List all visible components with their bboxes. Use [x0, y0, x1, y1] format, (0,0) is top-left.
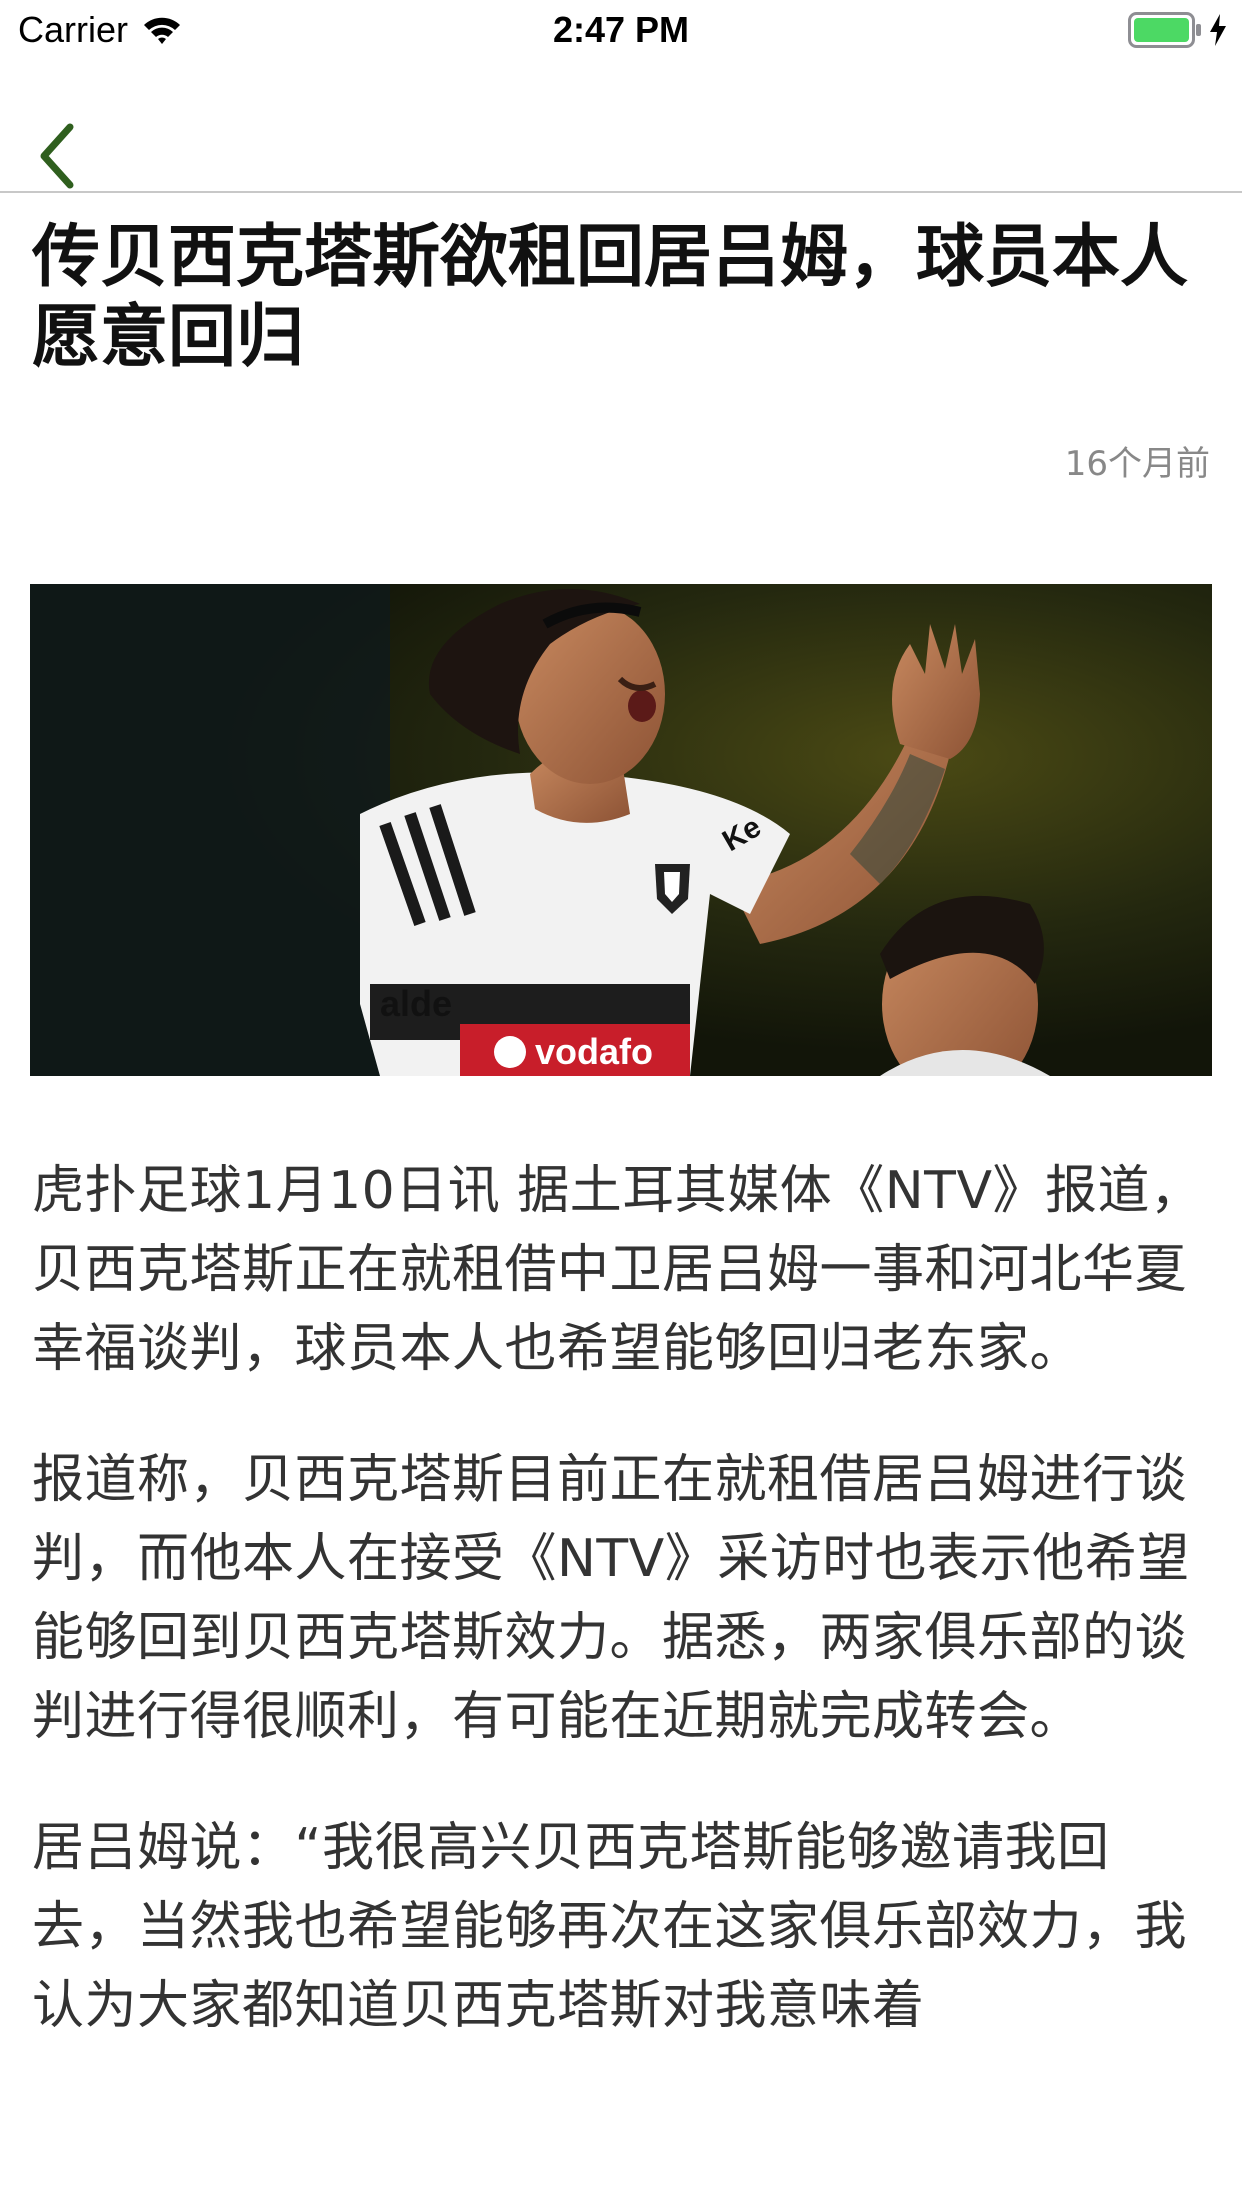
- battery-icon: [1128, 12, 1201, 48]
- article-timestamp: 16个月前: [1064, 444, 1210, 484]
- article-paragraph-3: 居吕姆说：“我很高兴贝西克塔斯能够邀请我回去，当然我也希望能够再次在这家俱乐部效…: [32, 1818, 1188, 2036]
- charging-bolt-icon: [1210, 14, 1226, 46]
- status-right: [1128, 12, 1228, 48]
- status-bar: Carrier 2:47 PM: [0, 0, 1242, 60]
- article-body: 虎扑足球1月10日讯 据土耳其媒体《NTV》报道，贝西克塔斯正在就租借中卫居吕姆…: [32, 1152, 1210, 2098]
- article-paragraph-2: 报道称，贝西克塔斯目前正在就租借居吕姆进行谈判，而他本人在接受《NTV》采访时也…: [32, 1450, 1190, 1747]
- back-button[interactable]: [28, 120, 88, 192]
- navigation-bar: [0, 60, 1242, 193]
- jersey-vodafone-text: vodafo: [535, 1031, 653, 1072]
- chevron-left-icon: [40, 123, 74, 189]
- article-title: 传贝西克塔斯欲租回居吕姆，球员本人愿意回归: [32, 218, 1189, 377]
- jersey-sponsor-text: alde: [380, 983, 452, 1024]
- article-photo: alde vodafo Ke: [30, 584, 1212, 1076]
- status-time: 2:47 PM: [552, 9, 690, 50]
- article-image: alde vodafo Ke: [30, 584, 1212, 1076]
- article-paragraph-1: 虎扑足球1月10日讯 据土耳其媒体《NTV》报道，贝西克塔斯正在就租借中卫居吕姆…: [32, 1161, 1203, 1379]
